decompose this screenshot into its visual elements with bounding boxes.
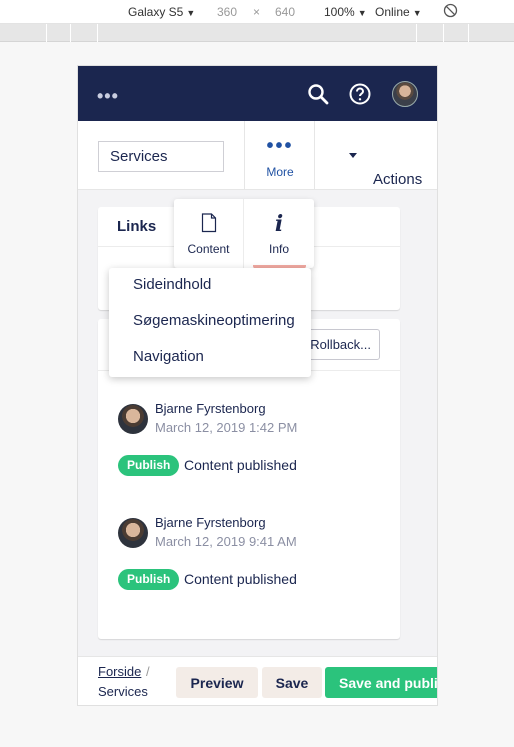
content-anchor-dropdown: Sideindhold Søgemaskineoptimering Naviga… <box>109 268 311 377</box>
device-viewport: ••• ••• More Actions Links Rollback... <box>77 65 438 706</box>
publish-badge: Publish <box>118 455 180 476</box>
breadcrumb-root-link[interactable]: Forside <box>98 664 141 679</box>
editor-footer: Forside / Services Preview Save Save and… <box>78 656 437 705</box>
devtools-device-toolbar: Galaxy S5 ▼ 360 × 640 100% ▼ Online ▼ <box>0 0 514 24</box>
app-info-label: Info <box>268 242 289 256</box>
network-value: Online <box>375 5 410 19</box>
apps-popover: Content i Info <box>174 199 314 268</box>
help-icon[interactable] <box>348 82 372 106</box>
document-icon <box>174 213 243 235</box>
more-dots-icon: ••• <box>266 135 294 157</box>
more-label: More <box>266 165 294 179</box>
entry-message: Content published <box>184 457 297 473</box>
device-name: Galaxy S5 <box>128 5 184 19</box>
breadcrumb-current: Services <box>98 684 148 699</box>
content-name-input[interactable] <box>98 141 224 172</box>
rollback-button[interactable]: Rollback... <box>308 329 380 360</box>
history-entry: Bjarne Fyrstenborg March 12, 2019 1:42 P… <box>98 401 400 494</box>
dimension-separator: × <box>253 5 261 19</box>
history-entry: Bjarne Fyrstenborg March 12, 2019 9:41 A… <box>98 515 400 608</box>
app-header: ••• <box>78 66 437 121</box>
user-avatar[interactable] <box>392 81 418 107</box>
chevron-down-icon: ▼ <box>412 8 422 18</box>
actions-label: Actions <box>373 171 423 188</box>
rotate-icon[interactable] <box>443 3 458 21</box>
publish-badge: Publish <box>118 569 180 590</box>
chevron-down-icon: ▼ <box>186 8 196 18</box>
chevron-down-icon: ▼ <box>357 8 367 18</box>
entry-user: Bjarne Fyrstenborg <box>155 401 266 416</box>
save-button[interactable]: Save <box>262 667 322 698</box>
entry-user: Bjarne Fyrstenborg <box>155 515 266 530</box>
viewport-width[interactable]: 360 <box>217 5 237 19</box>
search-icon[interactable] <box>306 82 330 106</box>
sections-menu-button[interactable]: ••• <box>97 86 119 107</box>
app-content-label: Content <box>187 242 230 256</box>
editor-topbar: ••• More Actions <box>78 121 437 190</box>
preview-button[interactable]: Preview <box>176 667 258 698</box>
avatar <box>118 404 148 434</box>
actions-button[interactable]: Actions <box>315 121 437 189</box>
zoom-select[interactable]: 100% ▼ <box>324 5 367 19</box>
dropdown-item-sideindhold[interactable]: Sideindhold <box>133 276 211 293</box>
entry-date: March 12, 2019 9:41 AM <box>155 534 297 549</box>
more-apps-button[interactable]: ••• More <box>245 121 315 189</box>
network-select[interactable]: Online ▼ <box>375 5 422 19</box>
dropdown-item-seo[interactable]: Søgemaskineoptimering <box>133 312 295 329</box>
entry-message: Content published <box>184 571 297 587</box>
entry-date: March 12, 2019 1:42 PM <box>155 420 298 435</box>
app-info[interactable]: i Info <box>244 199 314 268</box>
zoom-value: 100% <box>324 5 355 19</box>
avatar <box>118 518 148 548</box>
app-content[interactable]: Content <box>174 199 244 268</box>
caret-down-icon <box>349 152 357 158</box>
links-title: Links <box>117 218 157 235</box>
breadcrumb-separator: / <box>146 664 150 679</box>
media-query-ruler <box>0 24 514 42</box>
save-and-publish-button[interactable]: Save and publish <box>325 667 437 698</box>
dropdown-item-navigation[interactable]: Navigation <box>133 348 204 365</box>
info-icon: i <box>274 211 284 237</box>
viewport-height[interactable]: 640 <box>275 5 295 19</box>
device-select[interactable]: Galaxy S5 ▼ <box>128 5 195 19</box>
